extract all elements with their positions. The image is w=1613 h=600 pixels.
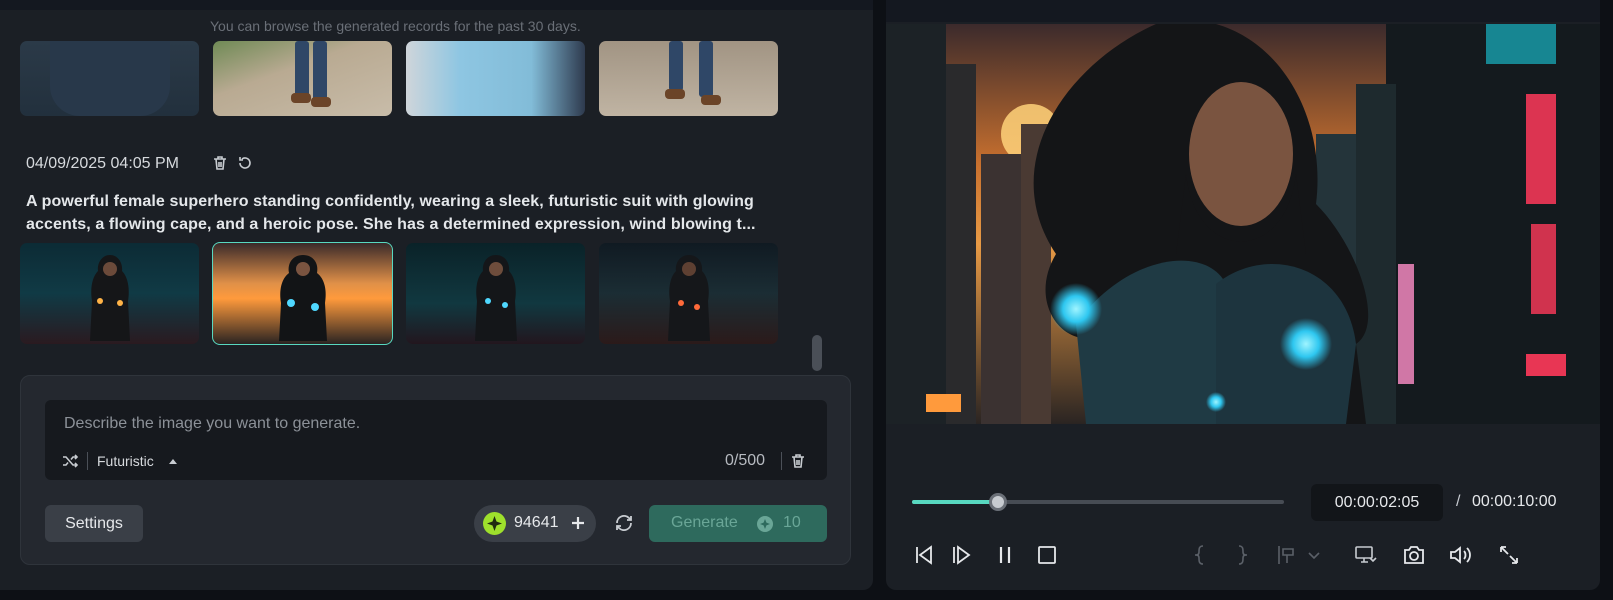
panel-header-strip xyxy=(886,0,1600,22)
preview-panel: 00:00:02:05 / 00:00:10:00 xyxy=(886,0,1600,590)
progress-handle[interactable] xyxy=(988,493,1007,511)
history-notice: You can browse the generated records for… xyxy=(210,18,581,34)
result-thumbnail[interactable] xyxy=(406,41,585,116)
history-scrollbar[interactable] xyxy=(812,335,822,371)
generate-button[interactable]: Generate 10 xyxy=(649,505,827,542)
character-count: 0/500 xyxy=(725,452,766,469)
progress-fill xyxy=(912,500,998,504)
insert-icon[interactable] xyxy=(1274,543,1298,567)
mark-out-icon[interactable] xyxy=(1230,543,1254,567)
record-prompt: A powerful female superhero standing con… xyxy=(26,193,756,233)
shuffle-icon[interactable] xyxy=(61,452,79,470)
generated-results xyxy=(20,242,778,345)
caret-up-icon[interactable] xyxy=(169,459,177,464)
generate-cost: 10 xyxy=(783,514,801,531)
panel-header-strip xyxy=(0,0,873,10)
result-thumbnail-selected[interactable] xyxy=(212,242,393,345)
previous-record-thumbnails xyxy=(20,41,778,116)
history-panel: You can browse the generated records for… xyxy=(0,0,873,590)
delete-record-icon[interactable] xyxy=(211,154,229,172)
prompt-input-box[interactable]: Describe the image you want to generate.… xyxy=(45,400,827,480)
time-separator: / xyxy=(1456,493,1461,510)
record-timestamp: 04/09/2025 04:05 PM xyxy=(26,155,180,172)
result-thumbnail[interactable] xyxy=(599,243,778,344)
total-time: 00:00:10:00 xyxy=(1472,493,1557,510)
prompt-input[interactable]: Describe the image you want to generate. xyxy=(64,415,360,433)
previous-frame-icon[interactable] xyxy=(912,543,936,567)
divider xyxy=(87,452,88,470)
style-select[interactable]: Futuristic xyxy=(97,453,154,469)
divider xyxy=(781,452,782,470)
credit-coin-icon xyxy=(483,512,506,535)
regenerate-record-icon[interactable] xyxy=(236,154,254,172)
credit-cost-icon xyxy=(757,516,773,532)
credit-value: 94641 xyxy=(514,514,559,531)
settings-button[interactable]: Settings xyxy=(45,505,143,542)
next-frame-icon[interactable] xyxy=(949,543,973,567)
current-time[interactable]: 00:00:02:05 xyxy=(1311,484,1443,521)
playback-progress[interactable] xyxy=(912,493,1284,511)
camera-icon[interactable] xyxy=(1402,543,1426,567)
stop-icon[interactable] xyxy=(1035,543,1059,567)
prompt-composer: Describe the image you want to generate.… xyxy=(20,375,851,565)
result-thumbnail[interactable] xyxy=(213,41,392,116)
result-thumbnail[interactable] xyxy=(406,243,585,344)
clear-prompt-icon[interactable] xyxy=(789,452,807,470)
credits-balance[interactable]: 94641 xyxy=(474,505,596,542)
result-thumbnail[interactable] xyxy=(20,243,199,344)
pause-icon[interactable] xyxy=(993,543,1017,567)
fullscreen-icon[interactable] xyxy=(1497,543,1521,567)
result-thumbnail[interactable] xyxy=(20,41,199,116)
add-credits-icon[interactable] xyxy=(570,515,586,531)
display-settings-icon[interactable] xyxy=(1353,543,1377,567)
mark-in-icon[interactable] xyxy=(1188,543,1212,567)
refresh-icon[interactable] xyxy=(613,512,635,534)
generate-label: Generate xyxy=(671,514,738,531)
chevron-down-icon[interactable] xyxy=(1302,543,1320,567)
preview-image xyxy=(886,24,1600,424)
result-thumbnail[interactable] xyxy=(599,41,778,116)
volume-icon[interactable] xyxy=(1448,543,1472,567)
